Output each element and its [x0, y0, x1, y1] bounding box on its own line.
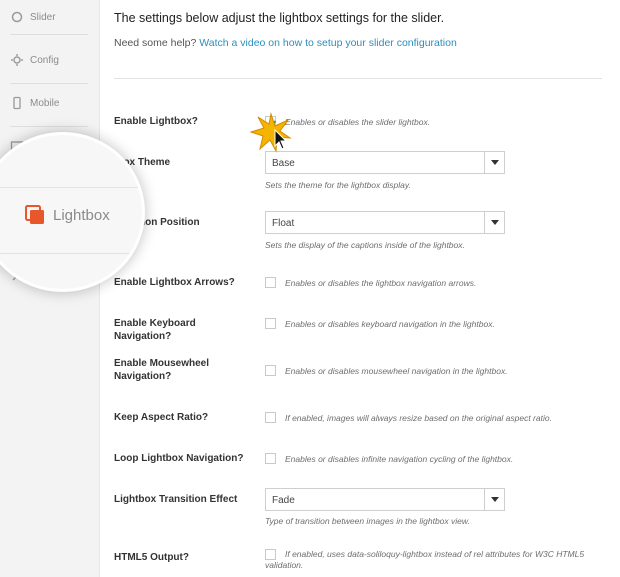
setting-description: Enables or disables the slider lightbox.	[285, 117, 431, 127]
sidebar-divider	[10, 34, 88, 35]
lightbox-icon	[25, 205, 45, 225]
setting-description: Enables or disables infinite navigation …	[285, 454, 514, 464]
page-intro: The settings below adjust the lightbox s…	[114, 11, 445, 25]
sidebar-item-lightbox[interactable]: Lightbox	[25, 205, 110, 225]
sidebar-item-label: Mobile	[30, 97, 60, 109]
mobile-icon	[10, 96, 24, 110]
sidebar-item-mobile[interactable]: Mobile	[10, 92, 90, 114]
setting-description: Enables or disables mousewheel navigatio…	[285, 366, 508, 376]
sidebar-item-label: Lightbox	[53, 206, 110, 224]
sidebar-item-slider[interactable]: Slider	[10, 6, 90, 28]
caption-position-select[interactable]: Float	[265, 211, 505, 234]
sidebar-item-config[interactable]: Config	[10, 49, 90, 71]
loop-navigation-checkbox[interactable]	[265, 453, 276, 464]
help-video-link[interactable]: Watch a video on how to setup your slide…	[199, 37, 457, 49]
chevron-down-icon	[484, 489, 504, 510]
sidebar-item-label: Config	[30, 54, 59, 66]
setting-description: If enabled, uses data-soliloquy-lightbox…	[265, 549, 585, 570]
chevron-down-icon	[484, 212, 504, 233]
chevron-down-icon	[484, 152, 504, 173]
main-content: The settings below adjust the lightbox s…	[100, 0, 620, 577]
mousewheel-navigation-checkbox[interactable]	[265, 365, 276, 376]
setting-description: If enabled, images will always resize ba…	[285, 413, 552, 423]
lightbox-theme-select[interactable]: Base	[265, 151, 505, 174]
sidebar-divider	[10, 83, 88, 84]
keyboard-navigation-checkbox[interactable]	[265, 318, 276, 329]
setting-label: Enable Lightbox Arrows?	[114, 277, 235, 288]
setting-label: Loop Lightbox Navigation?	[114, 453, 244, 464]
setting-label: Enable Keyboard Navigation?	[114, 318, 196, 342]
setting-label: Enable Mousewheel Navigation?	[114, 358, 210, 382]
setting-label: Enable Lightbox?	[114, 116, 198, 127]
transition-effect-select[interactable]: Fade	[265, 488, 505, 511]
setting-label: Keep Aspect Ratio?	[114, 412, 209, 423]
circle-icon	[10, 10, 24, 24]
select-value: Fade	[272, 495, 295, 506]
setting-description: Enables or disables the lightbox navigat…	[285, 278, 477, 288]
setting-label: Lightbox Transition Effect	[114, 494, 238, 505]
help-prefix: Need some help?	[114, 37, 197, 49]
help-line: Need some help? Watch a video on how to …	[114, 37, 457, 49]
setting-description: Type of transition between images in the…	[265, 516, 470, 526]
setting-description: Sets the display of the captions inside …	[265, 240, 465, 250]
setting-description: Enables or disables keyboard navigation …	[285, 319, 495, 329]
select-value: Base	[272, 158, 295, 169]
lightbox-arrows-checkbox[interactable]	[265, 277, 276, 288]
setting-description: Sets the theme for the lightbox display.	[265, 180, 411, 190]
select-value: Float	[272, 218, 295, 229]
gear-icon	[10, 53, 24, 67]
setting-label: tbox Theme	[114, 157, 171, 168]
divider	[114, 78, 602, 79]
magnified-divider	[0, 253, 142, 254]
magnified-divider	[0, 187, 142, 188]
click-burst-icon	[249, 112, 292, 154]
sidebar-item-label: Slider	[30, 11, 56, 23]
sidebar-divider	[10, 126, 88, 127]
aspect-ratio-checkbox[interactable]	[265, 412, 276, 423]
setting-label: HTML5 Output?	[114, 552, 189, 563]
